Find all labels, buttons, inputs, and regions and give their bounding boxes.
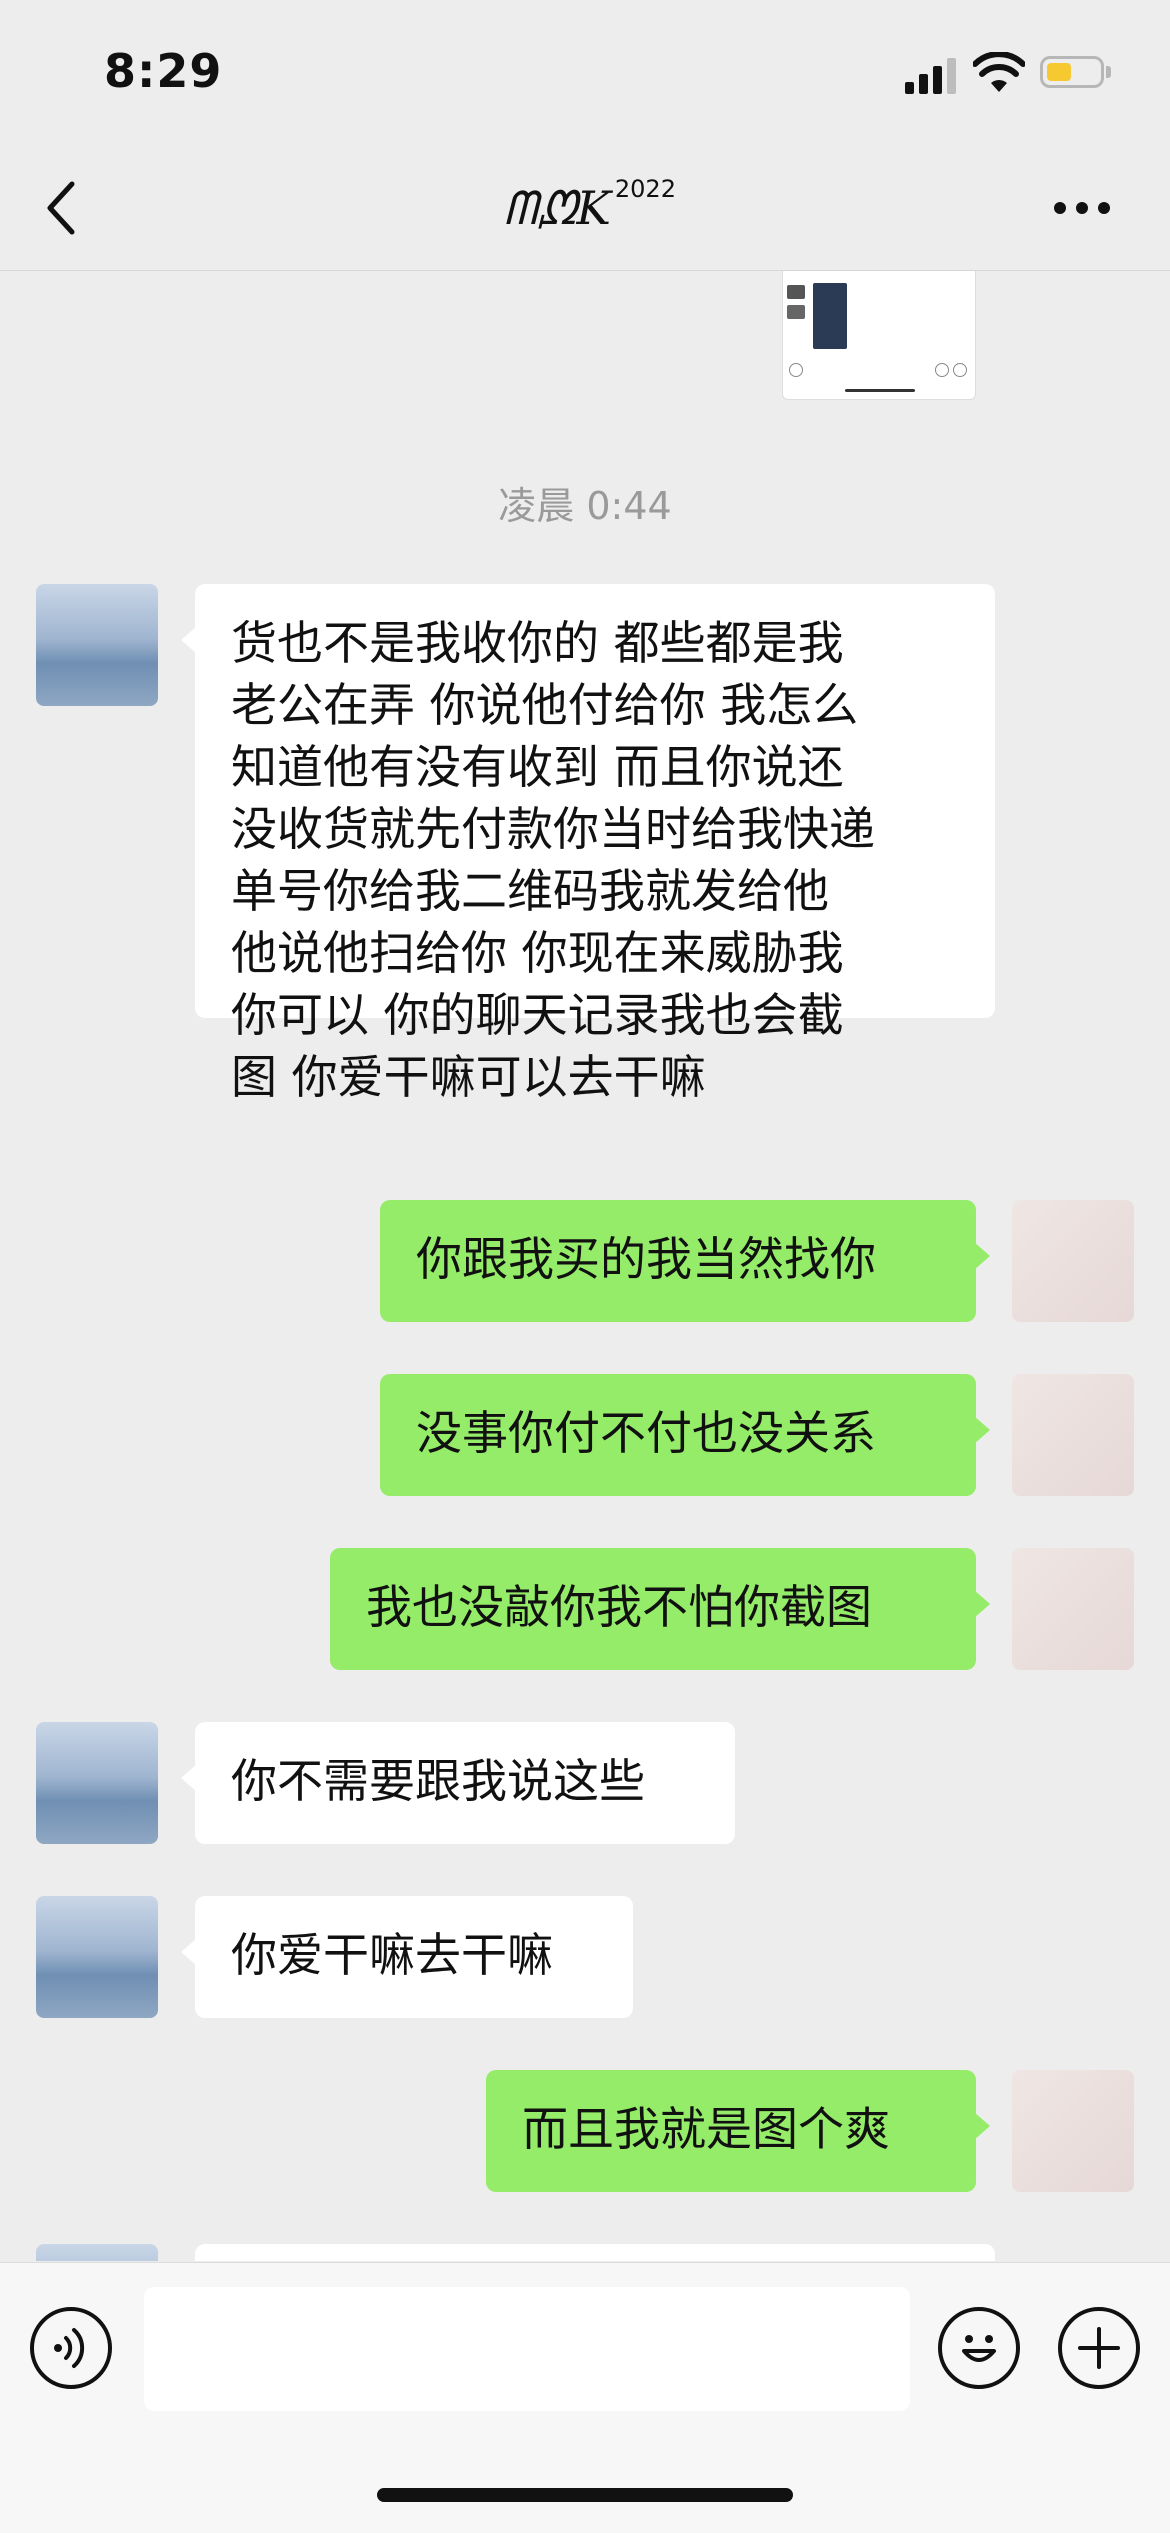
voice-icon (54, 2328, 85, 2368)
chat-title: ᗰᘻK 2022 (380, 164, 800, 254)
emoji-button[interactable] (938, 2307, 1020, 2389)
contact-avatar[interactable] (36, 1722, 158, 1844)
message-input[interactable] (144, 2287, 910, 2411)
chat-title-text: ᗰᘻK (504, 181, 611, 235)
plus-button[interactable] (1058, 2307, 1140, 2389)
nav-bar: ᗰᘻK 2022 (0, 150, 1170, 271)
message-bubble-sent[interactable]: 我也没敲你我不怕你截图 (330, 1548, 990, 1670)
message-line: 他说他扫给你 你现在来威胁我 (231, 926, 844, 980)
self-avatar[interactable] (1012, 2070, 1134, 2192)
contact-avatar[interactable] (36, 1896, 158, 2018)
self-avatar[interactable] (1012, 1200, 1134, 1322)
chat-title-sup: 2022 (614, 175, 676, 203)
battery-tip (1106, 66, 1111, 78)
message-bubble-sent[interactable]: 你跟我买的我当然找你 (380, 1200, 990, 1322)
chat-area[interactable]: 凌晨 0:44 货也不是我收你的 都些都是我 老公在弄 你说他付给你 我怎么 知… (0, 271, 1170, 2261)
message-line: 货也不是我收你的 都些都是我 (231, 616, 844, 670)
status-bar: 8:29 (0, 0, 1170, 150)
message-line: 图 你爱干嘛可以去干嘛 (231, 1050, 706, 1104)
battery-icon (1040, 56, 1104, 88)
voice-button[interactable] (30, 2307, 112, 2389)
emoji-icon (962, 2335, 996, 2362)
message-timestamp: 凌晨 0:44 (498, 484, 672, 528)
status-time: 8:29 (104, 44, 223, 98)
message-line: 单号你给我二维码我就发给他 (231, 864, 829, 918)
contact-avatar[interactable] (36, 584, 158, 706)
self-avatar[interactable] (1012, 1548, 1134, 1670)
image-message-thumbnail[interactable] (782, 271, 976, 400)
chevron-left-icon[interactable] (38, 176, 88, 240)
message-line: 知道他有没有收到 而且你说还 (231, 740, 844, 794)
message-line: 没收货就先付款你当时给我快递 (231, 802, 875, 856)
message-line: 老公在弄 你说他付给你 我怎么 (231, 678, 859, 732)
wifi-icon (973, 52, 1025, 92)
plus-icon (1078, 2327, 1120, 2369)
contact-avatar[interactable] (36, 2244, 158, 2261)
message-bubble-received[interactable]: 货也不是我收你的 都些都是我 老公在弄 你说他付给你 我怎么 知道他有没有收到 … (181, 584, 995, 1104)
message-bubble-received-partial[interactable] (195, 2244, 995, 2261)
message-bubble-received[interactable]: 你爱干嘛去干嘛 (181, 1896, 633, 2018)
home-indicator (377, 2488, 793, 2502)
cellular-signal-icon (905, 56, 957, 94)
self-avatar[interactable] (1012, 1374, 1134, 1496)
message-line: 你可以 你的聊天记录我也会截 (231, 988, 844, 1042)
message-bubble-received[interactable]: 你不需要跟我说这些 (181, 1722, 735, 1844)
more-icon[interactable] (1054, 202, 1112, 216)
message-bubble-sent[interactable]: 而且我就是图个爽 (486, 2070, 990, 2192)
message-bubble-sent[interactable]: 没事你付不付也没关系 (380, 1374, 990, 1496)
